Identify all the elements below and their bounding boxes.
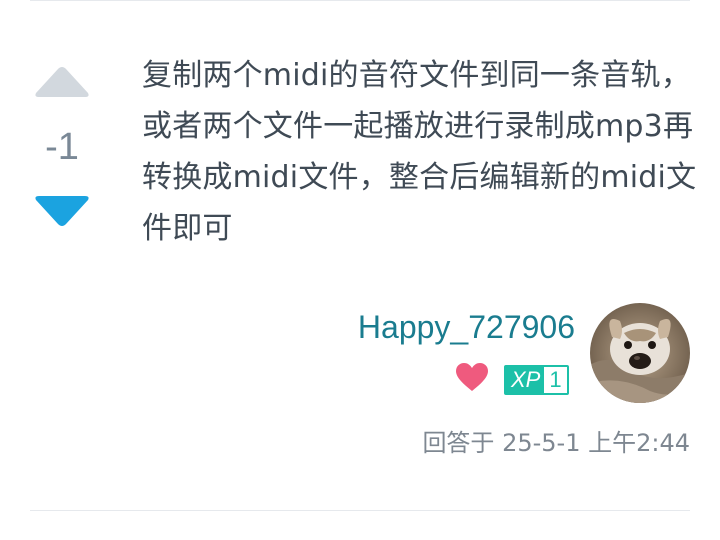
bottom-divider [30,510,690,511]
vote-score: -1 [45,126,79,168]
vote-widget: -1 [30,60,94,235]
avatar[interactable] [590,303,690,403]
upvote-button[interactable] [33,65,91,99]
xp-level: 1 [544,367,567,393]
top-divider [30,0,690,1]
dog-avatar-image [590,303,690,403]
answer-text: 复制两个midi的音符文件到同一条音轨，或者两个文件一起播放进行录制成mp3再转… [142,58,697,246]
xp-label: XP [506,367,545,393]
xp-badge: XP 1 [504,365,569,395]
answer-timestamp: 回答于 25-5-1 上午2:44 [422,429,690,457]
heart-icon [456,363,488,391]
downvote-button[interactable] [33,194,91,228]
author-username[interactable]: Happy_727906 [300,306,575,348]
